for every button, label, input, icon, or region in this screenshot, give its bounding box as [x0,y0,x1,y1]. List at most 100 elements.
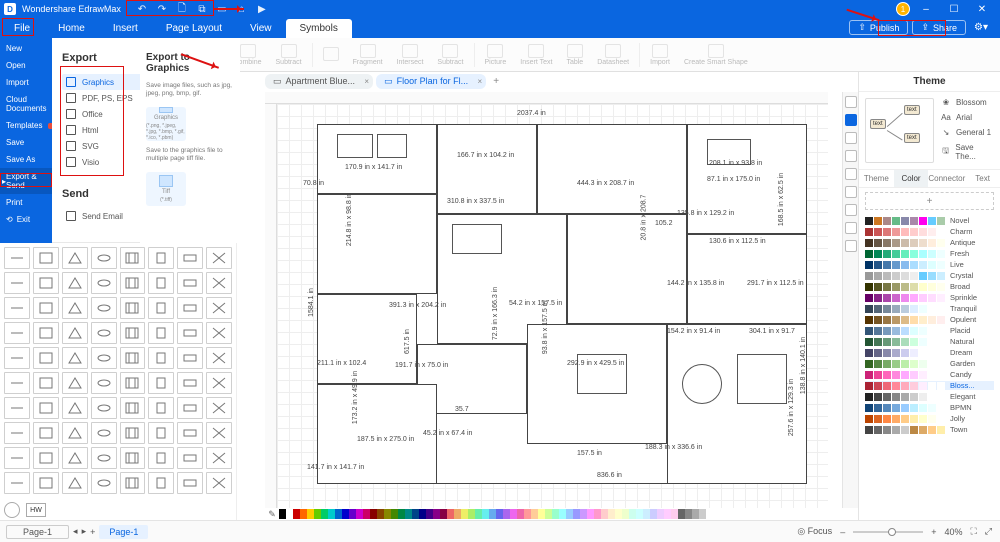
shape-item[interactable] [91,322,117,344]
color-swatch[interactable] [412,509,419,519]
eyedropper-icon[interactable]: ✎ [265,508,279,520]
shape-item[interactable] [177,472,203,494]
shape-item[interactable] [62,247,88,269]
right-tool-7[interactable] [845,222,857,234]
shape-item[interactable] [4,422,30,444]
theme-opt-arial[interactable]: AaArial [940,113,994,122]
user-avatar[interactable]: 1 [896,2,910,16]
file-menu-print[interactable]: Print [0,194,52,211]
file-menu-exit[interactable]: ⟲Exit [0,211,52,228]
shape-item[interactable] [148,322,174,344]
ribbon-fragment[interactable]: Fragment [349,44,387,66]
right-tool-0[interactable] [845,96,857,108]
color-swatch[interactable] [657,509,664,519]
add-theme-button[interactable]: + [865,192,994,210]
color-swatch[interactable] [482,509,489,519]
shape-item[interactable] [120,247,146,269]
zoom-slider[interactable] [853,531,923,533]
shape-item[interactable] [206,397,232,419]
shape-item[interactable] [206,422,232,444]
settings-dropdown[interactable]: ⚙▾ [970,22,992,33]
color-swatch[interactable] [559,509,566,519]
color-swatch[interactable] [699,509,706,519]
palette-bpmn[interactable]: BPMN [865,403,994,412]
color-swatch[interactable] [342,509,349,519]
shape-item[interactable] [62,372,88,394]
color-swatch[interactable] [622,509,629,519]
shape-item[interactable] [91,247,117,269]
shape-item[interactable] [91,297,117,319]
color-swatch[interactable] [580,509,587,519]
shape-item[interactable] [177,372,203,394]
shape-item[interactable] [177,272,203,294]
file-menu-new[interactable]: New [0,40,52,57]
color-swatch[interactable] [615,509,622,519]
shape-item[interactable] [33,347,59,369]
shape-item[interactable] [62,472,88,494]
shape-item[interactable] [177,297,203,319]
color-swatch[interactable] [566,509,573,519]
color-swatch[interactable] [433,509,440,519]
ribbon-create-smart-shape[interactable]: Create Smart Shape [680,44,752,66]
shape-item[interactable] [206,297,232,319]
minimize-button[interactable]: – [914,4,938,15]
shape-item[interactable] [120,322,146,344]
menu-tab-file[interactable]: File [0,19,44,38]
shape-item[interactable] [62,272,88,294]
right-tool-3[interactable] [845,150,857,162]
shape-item[interactable] [206,247,232,269]
shape-item[interactable] [91,472,117,494]
file-menu-cloud-documents[interactable]: Cloud Documents [0,91,52,117]
palette-natural[interactable]: Natural [865,337,994,346]
shape-item[interactable] [33,372,59,394]
qat-button-3[interactable]: ⧉ [195,2,209,16]
color-swatch[interactable] [489,509,496,519]
color-swatch[interactable] [286,509,293,519]
shape-item[interactable] [33,297,59,319]
shape-item[interactable] [62,347,88,369]
ribbon-subtract[interactable]: Subtract [272,44,306,66]
shape-item[interactable] [120,447,146,469]
close-icon[interactable]: × [364,77,369,86]
right-tool-6[interactable] [845,204,857,216]
canvas[interactable]: 2037.4 in 170.9 in x 141.7 in 166.7 in x… [277,104,828,508]
doc-tab[interactable]: ▭Floor Plan for Fl...× [376,74,486,89]
color-swatch[interactable] [363,509,370,519]
shape-item[interactable] [148,247,174,269]
shape-item[interactable] [91,272,117,294]
shape-tool-hw[interactable]: HW [26,503,46,517]
shape-item[interactable] [62,322,88,344]
color-swatch[interactable] [608,509,615,519]
palette-charm[interactable]: Charm [865,227,994,236]
shape-item[interactable] [206,447,232,469]
color-swatch[interactable] [517,509,524,519]
shape-item[interactable] [120,397,146,419]
file-menu-export-send[interactable]: ▸Export & Send [0,168,52,194]
color-swatch[interactable] [601,509,608,519]
theme-subtab-color[interactable]: Color [894,170,929,187]
color-swatch[interactable] [545,509,552,519]
color-swatch[interactable] [573,509,580,519]
palette-tranquil[interactable]: Tranquil [865,304,994,313]
shape-item[interactable] [148,347,174,369]
focus-toggle[interactable]: ◎ Focus [797,526,832,537]
qat-button-0[interactable]: ↶ [135,2,149,16]
shape-item[interactable] [148,297,174,319]
palette-jolly[interactable]: Jolly [865,414,994,423]
page-name-field[interactable]: Page-1 [6,525,69,539]
color-swatch[interactable] [391,509,398,519]
color-swatch[interactable] [356,509,363,519]
doc-tab[interactable]: ▭Apartment Blue...× [265,74,373,89]
shape-item[interactable] [206,322,232,344]
color-swatch[interactable] [426,509,433,519]
color-swatch[interactable] [300,509,307,519]
shape-item[interactable] [62,297,88,319]
fit-page-button[interactable]: ⛶ [970,526,976,537]
shape-item[interactable] [4,272,30,294]
shape-item[interactable] [120,422,146,444]
next-page-button[interactable]: ▸ [82,526,87,537]
shape-item[interactable] [148,372,174,394]
color-swatch[interactable] [496,509,503,519]
color-swatch[interactable] [650,509,657,519]
shape-item[interactable] [91,397,117,419]
